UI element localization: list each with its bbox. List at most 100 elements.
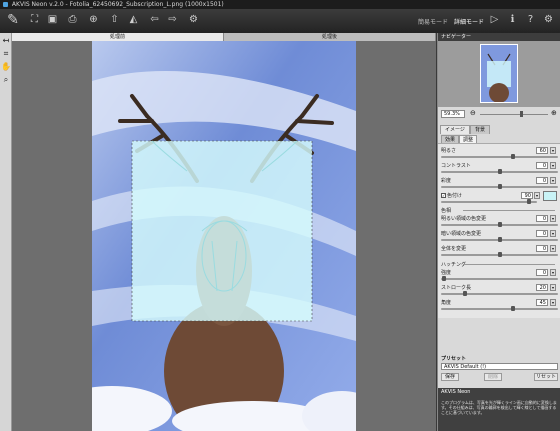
spin-icon[interactable]: ▾ — [550, 245, 556, 252]
tab-image[interactable]: イメージ — [440, 125, 470, 134]
settings-sidebar: ナビゲーター 59.3% ⊖ ⊕ イメージ 背景 効果 調整 明るさ 60 ▾ — [437, 33, 560, 431]
light-hue-value[interactable]: 0 — [536, 215, 548, 222]
mode-express[interactable]: 簡易モード — [418, 17, 448, 26]
tab-effect[interactable]: 効果 — [441, 135, 460, 143]
hand-icon[interactable]: ✋ — [1, 62, 11, 72]
tint-checkbox[interactable]: ✓ — [441, 193, 446, 198]
zoom-icon[interactable]: ⌕ — [1, 75, 11, 85]
strength-slider[interactable] — [441, 278, 558, 280]
preset-delete-button[interactable]: 削除 — [484, 373, 502, 381]
help-icon[interactable]: ? — [524, 13, 537, 26]
tint-label: 色付け — [447, 193, 463, 199]
crop-icon[interactable]: ⌗ — [1, 49, 11, 59]
zoom-slider-thumb[interactable] — [520, 111, 523, 117]
help-text: このプログラムは、写真を光が輝くライン画に自動的に変換します。その仕組みは、写真… — [441, 400, 557, 415]
tint-thumb[interactable] — [527, 199, 531, 204]
navigator-panel — [438, 41, 560, 107]
spin-icon[interactable]: ▾ — [550, 177, 556, 184]
tint-value[interactable]: 90 — [521, 192, 533, 199]
param-saturation: 彩度 0 ▾ — [441, 177, 559, 191]
batch-icon[interactable]: ◭ — [127, 13, 140, 26]
contrast-value[interactable]: 0 — [536, 162, 548, 169]
print-icon[interactable]: ⎙ — [66, 13, 79, 26]
brightness-thumb[interactable] — [511, 154, 515, 159]
sub-tabs: 効果 調整 — [438, 134, 560, 143]
saturation-value[interactable]: 0 — [536, 177, 548, 184]
zoom-in-icon[interactable]: ⊕ — [551, 109, 557, 117]
param-brightness: 明るさ 60 ▾ — [441, 147, 559, 161]
settings-icon[interactable]: ⚙ — [187, 13, 200, 26]
window-title: AKVIS Neon v.2.0 - Fotolia_62450692_Subs… — [11, 1, 224, 8]
angle-slider[interactable] — [441, 308, 558, 310]
tint-color-swatch[interactable] — [543, 191, 557, 201]
tab-adjust[interactable]: 調整 — [459, 135, 478, 143]
tab-background[interactable]: 背景 — [470, 125, 491, 134]
global-hue-thumb[interactable] — [498, 252, 502, 257]
forward-icon[interactable]: ⇨ — [166, 13, 179, 26]
contrast-thumb[interactable] — [498, 169, 502, 174]
spin-icon[interactable]: ▾ — [550, 299, 556, 306]
app-logo-icon — [3, 2, 8, 7]
image-canvas[interactable] — [12, 41, 436, 431]
spin-icon[interactable]: ▾ — [534, 192, 540, 199]
spin-icon[interactable]: ▾ — [550, 269, 556, 276]
brightness-value[interactable]: 60 — [536, 147, 548, 154]
global-hue-value[interactable]: 0 — [536, 245, 548, 252]
help-title: AKVIS Neon — [441, 389, 471, 395]
help-panel: AKVIS Neon このプログラムは、写真を光が輝くライン画に自動的に変換しま… — [438, 388, 560, 431]
save-icon[interactable]: ▣ — [46, 13, 59, 26]
spin-icon[interactable]: ▾ — [550, 230, 556, 237]
preset-panel: プリセット AKVIS Default (!) 保存 削除 リセット — [438, 355, 560, 385]
tool-panel: ↤ ⌗ ✋ ⌕ — [0, 33, 12, 431]
info-icon[interactable]: ℹ — [506, 13, 519, 26]
light-hue-thumb[interactable] — [498, 222, 502, 227]
open-icon[interactable]: ⛶ — [28, 13, 41, 26]
brightness-slider[interactable] — [441, 156, 558, 158]
zoom-input[interactable]: 59.3% — [441, 110, 465, 118]
navigator-header: ナビゲーター — [438, 33, 560, 41]
param-stroke: ストローク長 20 ▾ — [441, 284, 559, 298]
zoom-out-icon[interactable]: ⊖ — [470, 109, 476, 117]
title-bar: AKVIS Neon v.2.0 - Fotolia_62450692_Subs… — [0, 0, 560, 9]
view-tabs: 処理前 処理後 — [12, 33, 436, 41]
play-icon[interactable]: ▷ — [488, 13, 501, 26]
strength-value[interactable]: 0 — [536, 269, 548, 276]
share-icon[interactable]: ⊕ — [87, 13, 100, 26]
preset-save-button[interactable]: 保存 — [441, 373, 459, 381]
stroke-thumb[interactable] — [463, 291, 467, 296]
section-hatching: ハッチング — [441, 262, 556, 268]
angle-value[interactable]: 45 — [536, 299, 548, 306]
mode-advanced[interactable]: 詳細モード — [454, 17, 484, 26]
param-contrast: コントラスト 0 ▾ — [441, 162, 559, 176]
zoom-row: 59.3% ⊖ ⊕ — [438, 108, 560, 120]
tint-slider[interactable] — [441, 201, 537, 203]
spin-icon[interactable]: ▾ — [550, 284, 556, 291]
tab-after[interactable]: 処理後 — [224, 33, 436, 41]
spin-icon[interactable]: ▾ — [550, 147, 556, 154]
param-global-hue: 全体を変更 0 ▾ — [441, 245, 559, 259]
zoom-slider[interactable] — [480, 114, 548, 115]
dark-hue-thumb[interactable] — [498, 237, 502, 242]
paintbrush-icon[interactable]: ✎ — [4, 11, 22, 29]
deer-photo — [92, 41, 356, 431]
stroke-slider[interactable] — [441, 293, 558, 295]
upload-icon[interactable]: ⇧ — [108, 13, 121, 26]
navigator-thumbnail[interactable] — [480, 44, 518, 103]
param-angle: 角度 45 ▾ — [441, 299, 559, 313]
gear-icon[interactable]: ⚙ — [542, 13, 555, 26]
stroke-value[interactable]: 20 — [536, 284, 548, 291]
arrow-icon[interactable]: ↤ — [1, 36, 11, 46]
saturation-thumb[interactable] — [498, 184, 502, 189]
strength-thumb[interactable] — [442, 276, 446, 281]
preset-reset-button[interactable]: リセット — [534, 373, 558, 381]
param-strength: 強度 0 ▾ — [441, 269, 559, 283]
param-tint: ✓ 色付け 90 ▾ — [441, 191, 559, 206]
spin-icon[interactable]: ▾ — [550, 162, 556, 169]
dark-hue-value[interactable]: 0 — [536, 230, 548, 237]
preset-select[interactable]: AKVIS Default (!) — [441, 363, 558, 370]
panel-tabs: イメージ 背景 — [438, 125, 560, 134]
tab-before[interactable]: 処理前 — [12, 33, 224, 41]
back-icon[interactable]: ⇦ — [148, 13, 161, 26]
spin-icon[interactable]: ▾ — [550, 215, 556, 222]
angle-thumb[interactable] — [511, 306, 515, 311]
